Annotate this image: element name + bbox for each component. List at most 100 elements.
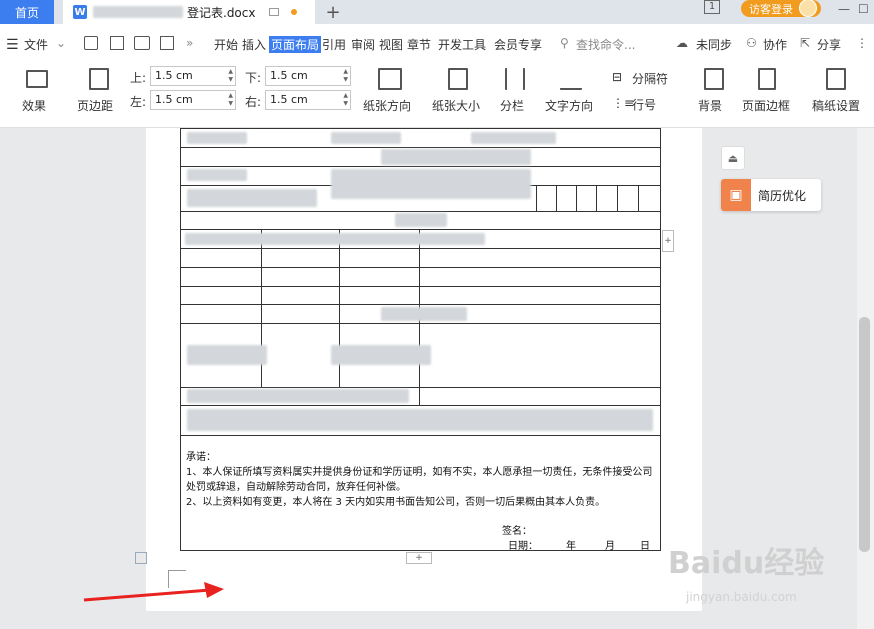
effects-icon [26,70,48,88]
blurred-cell [187,409,653,431]
share-icon: ⇱ [800,36,811,50]
orientation-icon [378,68,402,90]
blurred-cell [187,345,267,365]
menu-bar [0,24,874,64]
menu-file[interactable]: 文件 [24,36,48,53]
add-row-button[interactable]: + [406,552,432,564]
paragraph-handle-icon[interactable] [135,552,147,564]
new-tab-button[interactable]: + [322,0,344,24]
text-direction-button[interactable]: 文字方向 [545,97,593,114]
top-margin-input[interactable]: 1.5 cm ▲ ▼ [150,66,236,86]
window-count[interactable]: 1 [704,0,720,14]
tab-home[interactable]: 首页 [0,0,54,24]
resume-icon: ▣ [721,179,751,211]
collab-icon: ⚇ [746,36,757,50]
preview-icon[interactable] [160,36,174,50]
menu-insert[interactable]: 插入 [242,36,266,53]
blurred-cell [381,307,467,321]
blurred-cell [381,149,531,165]
page-border-button[interactable]: 页面边框 [742,97,790,114]
background-icon [704,68,724,90]
right-margin-value: 1.5 cm [270,93,308,106]
margins-icon [89,68,109,90]
date-label: 日期： [508,541,538,552]
chevron-down-icon[interactable]: ⌄ [56,36,66,50]
more-icon[interactable]: » [186,36,193,50]
year-label: 年 [566,541,576,552]
margins-button[interactable]: 页边距 [77,97,113,114]
blurred-cell [331,169,531,199]
orientation-button[interactable]: 纸张方向 [363,97,411,114]
blurred-cell [187,189,317,207]
menu-view[interactable]: 视图 [379,36,403,53]
top-margin-value: 1.5 cm [155,69,193,82]
top-margin-label: 上: [130,71,147,85]
save-icon[interactable] [84,36,98,50]
unsaved-dot-icon [291,9,298,15]
line-numbers-button[interactable]: 行号 [632,96,656,113]
menu-start[interactable]: 开始 [214,36,238,53]
blurred-cell [331,345,431,365]
search-command[interactable]: 查找命令... [576,36,635,53]
blurred-title-prefix [93,6,183,18]
blurred-cell [471,132,556,144]
background-button[interactable]: 背景 [698,97,722,114]
paper-size-button[interactable]: 纸张大小 [432,97,480,114]
resume-optimize-button[interactable]: ▣ 简历优化 [721,179,821,211]
paper-size-icon [448,68,468,90]
collapse-icon[interactable]: ⏏ [721,146,745,170]
menu-developer[interactable]: 开发工具 [438,36,486,53]
text-direction-icon [560,68,582,90]
promise-item-1: 1、本人保证所填写资料属实并提供身份证和学历证明，如有不实，本人愿承担一切责任，… [186,467,653,493]
sync-status[interactable]: 未同步 [696,36,732,53]
scrollbar-thumb[interactable] [859,317,870,552]
blurred-cell [395,213,447,227]
left-margin-label: 左: [130,95,147,109]
effects-button[interactable]: 效果 [22,97,46,114]
hamburger-icon[interactable]: ☰ [6,37,19,53]
search-icon: ⚲ [560,36,569,50]
sign-label: 签名： [502,526,532,537]
menu-review[interactable]: 审阅 [351,36,375,53]
export-icon[interactable] [110,36,124,50]
separator-button[interactable]: 分隔符 [632,70,668,87]
monitor-icon [269,8,280,16]
page-border-icon [758,68,776,90]
kebab-icon[interactable]: ⋮ [856,36,868,50]
menu-reference[interactable]: 引用 [322,36,346,53]
word-doc-icon: W [73,5,87,19]
blurred-cell [187,132,247,144]
resume-label: 简历优化 [758,188,807,203]
watermark-url: jingyan.baidu.com [686,590,797,604]
print-icon[interactable] [134,36,150,50]
bottom-margin-input[interactable]: 1.5 cm ▲ ▼ [265,66,351,86]
right-margin-input[interactable]: 1.5 cm ▲ ▼ [265,90,351,110]
left-margin-value: 1.5 cm [155,93,193,106]
menu-member[interactable]: 会员专享 [494,36,542,53]
bottom-margin-label: 下: [245,71,262,85]
columns-icon [505,68,525,90]
separator-icon: ⊟ [612,70,623,84]
grid-paper-button[interactable]: 稿纸设置 [812,97,860,114]
promise-text: 承诺： 1、本人保证所填写资料属实并提供身份证和学历证明，如有不实，本人愿承担一… [186,450,658,510]
menu-page-layout[interactable]: 页面布局 [269,36,322,53]
minimize-button[interactable]: — [838,2,850,16]
red-arrow-annotation [83,582,224,602]
tab-document[interactable]: W 登记表.docx [63,0,315,24]
blurred-cell [187,169,247,181]
left-margin-input[interactable]: 1.5 cm ▲ ▼ [150,90,236,110]
promise-item-2: 2、以上资料如有变更，本人将在 3 天内如实用书面告知公司，否则一切后果概由其本… [186,497,606,508]
share-button[interactable]: 分享 [817,36,841,53]
line-number-icon: ⋮≡ [612,96,635,110]
blurred-cell [185,233,485,245]
right-margin-label: 右: [245,95,262,109]
columns-button[interactable]: 分栏 [500,97,524,114]
collab-button[interactable]: 协作 [763,36,787,53]
maximize-button[interactable]: ☐ [858,2,869,16]
grid-paper-icon [826,68,846,90]
day-label: 日 [640,541,650,552]
blurred-cell [331,132,401,144]
add-column-button[interactable]: + [662,230,674,252]
menu-chapter[interactable]: 章节 [407,36,431,53]
promise-title: 承诺： [186,452,216,463]
